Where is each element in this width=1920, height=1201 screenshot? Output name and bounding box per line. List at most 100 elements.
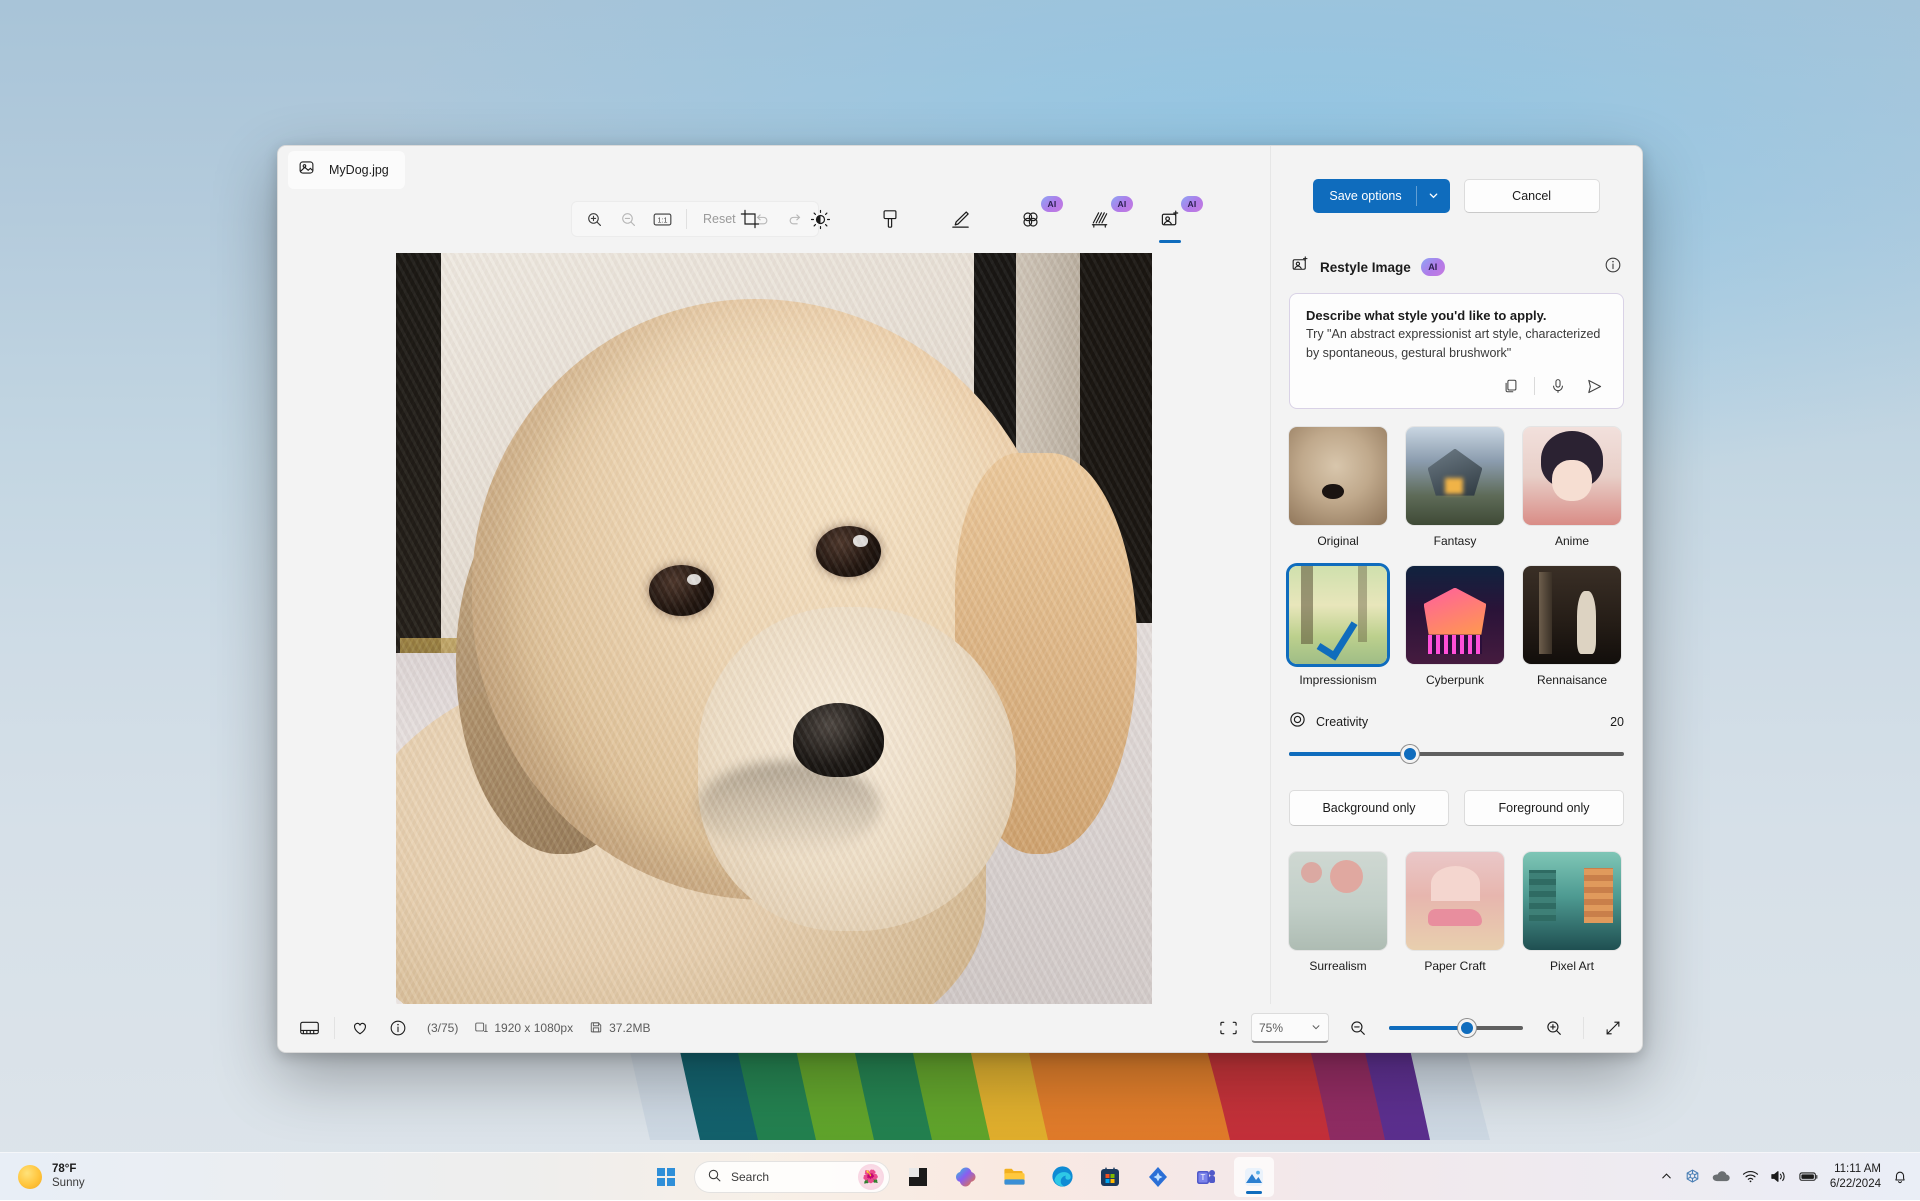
style-option[interactable]: Paper Craft bbox=[1406, 852, 1504, 973]
fullscreen-icon[interactable] bbox=[1594, 1012, 1632, 1044]
zoom-out-icon[interactable] bbox=[612, 205, 644, 233]
bell-icon[interactable] bbox=[1892, 1169, 1908, 1185]
style-option[interactable]: Cyberpunk bbox=[1406, 566, 1504, 687]
desktop: MyDog.jpg 1:1 bbox=[0, 0, 1920, 1200]
blur-background-tool[interactable]: AI bbox=[1010, 197, 1050, 241]
copy-icon[interactable] bbox=[1498, 373, 1524, 399]
style-option[interactable]: Pixel Art bbox=[1523, 852, 1621, 973]
taskbar-app-file-explorer-dark[interactable] bbox=[898, 1157, 938, 1197]
sync-icon[interactable] bbox=[1684, 1168, 1701, 1185]
slider-fill bbox=[1289, 752, 1410, 756]
cloud-icon[interactable] bbox=[1712, 1169, 1731, 1184]
style-thumbnail[interactable] bbox=[1523, 427, 1621, 525]
style-thumbnail[interactable] bbox=[1406, 852, 1504, 950]
style-thumbnail[interactable] bbox=[1406, 427, 1504, 525]
taskbar-app-designer[interactable] bbox=[1138, 1157, 1178, 1197]
taskbar-app-copilot[interactable] bbox=[946, 1157, 986, 1197]
style-option[interactable]: Anime bbox=[1523, 427, 1621, 548]
clock[interactable]: 11:11 AM 6/22/2024 bbox=[1830, 1162, 1881, 1191]
style-grid-row-1: Original Fantasy Anime bbox=[1289, 427, 1624, 548]
style-option-selected[interactable]: Impressionism bbox=[1289, 566, 1387, 687]
wifi-icon[interactable] bbox=[1742, 1169, 1759, 1184]
fit-icon[interactable] bbox=[1209, 1012, 1247, 1044]
window-body: Save options Cancel bbox=[278, 245, 1642, 1004]
foreground-only-button[interactable]: Foreground only bbox=[1464, 790, 1624, 826]
chevron-down-icon[interactable] bbox=[1311, 1021, 1321, 1035]
style-thumbnail[interactable] bbox=[1289, 427, 1387, 525]
chevron-down-icon[interactable] bbox=[1417, 190, 1450, 201]
info-icon[interactable] bbox=[379, 1012, 417, 1044]
erase-objects-tool[interactable]: AI bbox=[1080, 197, 1120, 241]
save-icon bbox=[589, 1020, 603, 1037]
zoom-slider[interactable] bbox=[1389, 1018, 1523, 1038]
divider bbox=[1534, 377, 1535, 395]
zoom-select[interactable]: 75% bbox=[1251, 1013, 1329, 1043]
style-option[interactable]: Original bbox=[1289, 427, 1387, 548]
panel-header: Restyle Image AI bbox=[1289, 245, 1624, 289]
slider-thumb[interactable] bbox=[1458, 1019, 1476, 1037]
style-thumbnail[interactable] bbox=[1523, 852, 1621, 950]
actual-size-icon[interactable]: 1:1 bbox=[646, 205, 678, 233]
start-button[interactable] bbox=[646, 1157, 686, 1197]
send-icon[interactable] bbox=[1581, 373, 1607, 399]
style-label: Paper Craft bbox=[1424, 959, 1485, 973]
weather-temperature: 78°F bbox=[52, 1163, 85, 1177]
adjustment-tool[interactable] bbox=[800, 197, 840, 241]
divider bbox=[686, 209, 687, 229]
background-only-button[interactable]: Background only bbox=[1289, 790, 1449, 826]
style-thumbnail[interactable] bbox=[1406, 566, 1504, 664]
filmstrip-icon[interactable] bbox=[290, 1012, 328, 1044]
restyle-panel: Save options Cancel bbox=[1270, 146, 1642, 1004]
taskbar-app-teams[interactable]: T bbox=[1186, 1157, 1226, 1197]
creativity-slider[interactable] bbox=[1289, 744, 1624, 764]
chevron-up-icon[interactable] bbox=[1660, 1170, 1673, 1183]
taskbar-app-microsoft-store[interactable] bbox=[1090, 1157, 1130, 1197]
svg-text:T: T bbox=[1201, 1173, 1206, 1182]
creativity-label: Creativity bbox=[1316, 715, 1368, 729]
style-option[interactable]: Fantasy bbox=[1406, 427, 1504, 548]
zoom-out-icon[interactable] bbox=[1339, 1012, 1377, 1044]
filters-tool[interactable] bbox=[870, 197, 910, 241]
ai-badge: AI bbox=[1421, 258, 1445, 276]
battery-icon[interactable] bbox=[1799, 1170, 1819, 1183]
file-tab[interactable]: MyDog.jpg bbox=[288, 151, 405, 189]
clock-date: 6/22/2024 bbox=[1830, 1177, 1881, 1191]
style-thumbnail[interactable] bbox=[1289, 852, 1387, 950]
taskbar-app-edge[interactable] bbox=[1042, 1157, 1082, 1197]
weather-widget[interactable]: 78°F Sunny bbox=[0, 1163, 260, 1190]
speaker-icon[interactable] bbox=[1770, 1169, 1788, 1184]
prompt-box[interactable]: Describe what style you'd like to apply.… bbox=[1289, 293, 1624, 409]
zoom-in-icon[interactable] bbox=[1535, 1012, 1573, 1044]
photo-canvas[interactable] bbox=[396, 253, 1152, 1004]
markup-tool[interactable] bbox=[940, 197, 980, 241]
taskbar-app-photos[interactable] bbox=[1234, 1157, 1274, 1197]
image-dimensions: 1920 x 1080px bbox=[494, 1021, 573, 1035]
image-dimensions-item: 1920 x 1080px bbox=[474, 1020, 573, 1037]
style-thumbnail[interactable] bbox=[1523, 566, 1621, 664]
cancel-button[interactable]: Cancel bbox=[1464, 179, 1600, 213]
style-option[interactable]: Surrealism bbox=[1289, 852, 1387, 973]
microphone-icon[interactable] bbox=[1545, 373, 1571, 399]
style-option[interactable]: Rennaisance bbox=[1523, 566, 1621, 687]
style-label: Impressionism bbox=[1299, 673, 1376, 687]
crop-tool[interactable] bbox=[730, 197, 770, 241]
statusbar: (3/75) 1920 x 1080px bbox=[278, 1004, 1642, 1052]
taskbar-app-file-explorer[interactable] bbox=[994, 1157, 1034, 1197]
style-thumbnail[interactable] bbox=[1289, 566, 1387, 664]
search-box[interactable]: Search 🌺 bbox=[694, 1161, 890, 1193]
slider-thumb[interactable] bbox=[1401, 745, 1419, 763]
system-tray: 11:11 AM 6/22/2024 bbox=[1660, 1153, 1908, 1201]
restyle-image-tool[interactable]: AI bbox=[1150, 197, 1190, 241]
info-icon[interactable] bbox=[1604, 256, 1622, 279]
zoom-value: 75% bbox=[1259, 1021, 1283, 1035]
lotus-icon[interactable]: 🌺 bbox=[858, 1164, 884, 1190]
svg-text:1:1: 1:1 bbox=[657, 216, 667, 224]
image-filesize-item: 37.2MB bbox=[589, 1020, 650, 1037]
save-options-button[interactable]: Save options bbox=[1313, 179, 1449, 213]
style-label: Surrealism bbox=[1309, 959, 1366, 973]
heart-icon[interactable] bbox=[341, 1012, 379, 1044]
titlebar-left: MyDog.jpg bbox=[278, 151, 405, 189]
ai-badge: AI bbox=[1041, 196, 1063, 212]
target-icon bbox=[1289, 711, 1306, 733]
zoom-in-icon[interactable] bbox=[578, 205, 610, 233]
